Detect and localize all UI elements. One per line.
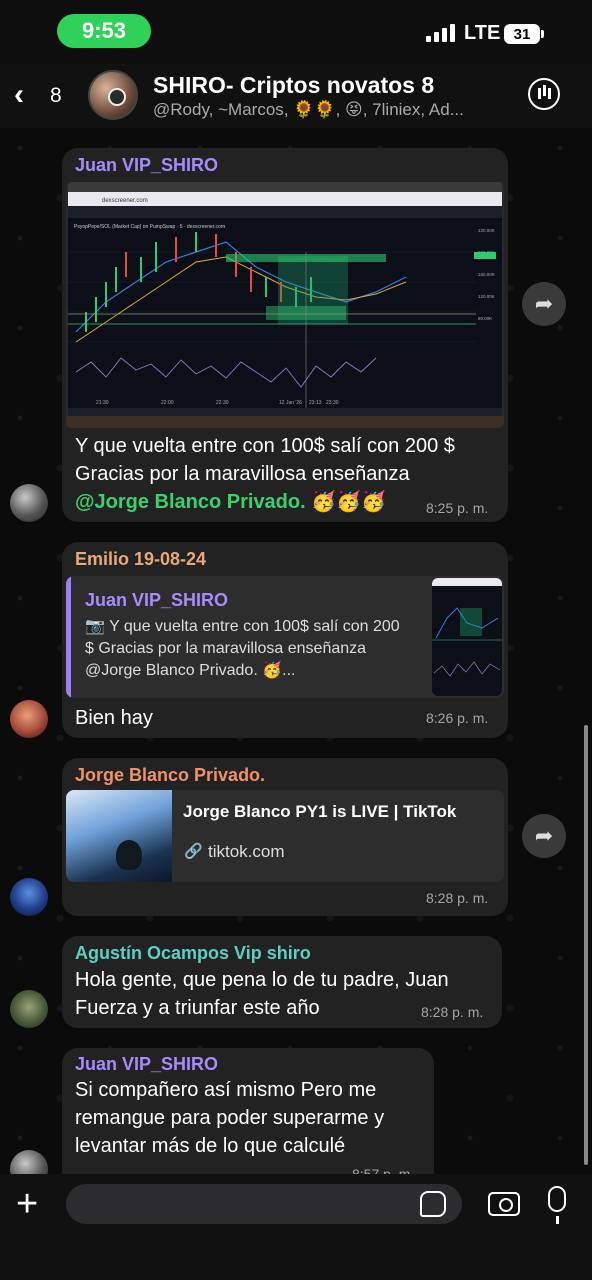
reply-preview[interactable]: Juan VIP_SHIRO 📷 Y que vuelta entre con …	[66, 576, 504, 698]
forward-icon[interactable]: ➦	[522, 282, 566, 326]
message-line: Si compañero así mismo Pero me	[75, 1079, 377, 1101]
message-sender[interactable]: Juan VIP_SHIRO	[75, 155, 218, 176]
chart-time-label: 22:00	[161, 400, 174, 406]
message-line: levantar más de lo que calculé	[75, 1135, 346, 1157]
sticker-icon[interactable]	[420, 1191, 446, 1217]
chart-price-label: 160.00K	[478, 272, 495, 277]
message-time: 8:25 p. m.	[426, 500, 489, 516]
voice-chat-icon[interactable]	[528, 78, 560, 110]
chart-price-label: 80.00K	[478, 316, 492, 321]
avatar[interactable]	[10, 1150, 48, 1174]
message-sender[interactable]: Agustín Ocampos Vip shiro	[75, 943, 311, 964]
chevron-left-icon[interactable]: ‹	[14, 78, 24, 112]
chart-url: dexscreener.com	[102, 198, 148, 204]
reply-accent-bar	[66, 576, 71, 698]
message-list[interactable]: Juan VIP_SHIRO dexscreener.com PsyopPepe…	[0, 128, 592, 1174]
message-line: remangue para poder superarme y	[75, 1107, 385, 1129]
mic-icon[interactable]	[548, 1186, 566, 1224]
message-sender[interactable]: Emilio 19-08-24	[75, 549, 206, 570]
forward-icon[interactable]: ➦	[522, 814, 566, 858]
chat-header: ‹ 8 SHIRO- Criptos novatos 8 @Rody, ~Mar…	[0, 64, 592, 128]
chart-price-label: 220.00K	[478, 228, 495, 233]
plus-icon[interactable]: +	[16, 1185, 38, 1223]
link-title: Jorge Blanco PY1 is LIVE | TikTok	[183, 802, 457, 821]
message-line: Y que vuelta entre con 100$ salí con 200…	[75, 435, 455, 457]
message-line: Hola gente, que pena lo de tu padre, Jua…	[75, 969, 449, 991]
link-preview[interactable]: Jorge Blanco PY1 is LIVE | TikTok 🔗 tikt…	[66, 790, 504, 882]
message-time: 8:28 p. m.	[426, 890, 489, 906]
message-input[interactable]	[66, 1184, 462, 1224]
mention-link[interactable]: @Jorge Blanco Privado.	[75, 491, 306, 513]
message-photo[interactable]: dexscreener.com PsyopPepe/SOL (Market Ca…	[66, 182, 504, 428]
battery-icon: 31	[504, 24, 544, 44]
reply-sender: Juan VIP_SHIRO	[85, 590, 229, 610]
message-line: Gracias por la maravillosa enseñanza	[75, 463, 410, 485]
message-sender[interactable]: Jorge Blanco Privado.	[75, 765, 265, 786]
chart-price-label: 120.00K	[478, 294, 495, 299]
message-sender[interactable]: Juan VIP_SHIRO	[75, 1054, 218, 1075]
link-domain: tiktok.com	[208, 842, 285, 861]
message-bubble[interactable]: Agustín Ocampos Vip shiro Hola gente, qu…	[62, 936, 502, 1028]
chart-time-label: 21:30	[96, 400, 109, 406]
message-emojis: 🥳🥳🥳	[311, 491, 386, 513]
message-bubble[interactable]: Juan VIP_SHIRO dexscreener.com PsyopPepe…	[62, 148, 508, 522]
chart-time-label: 22:30	[216, 400, 229, 406]
camera-icon[interactable]	[488, 1192, 520, 1216]
chart-time-label: 23:13	[309, 400, 322, 406]
group-avatar[interactable]	[88, 70, 138, 120]
avatar[interactable]	[10, 878, 48, 916]
chart-pair-label: PsyopPepe/SOL (Market Cap) on PumpSwap ·…	[74, 224, 225, 230]
reply-text: 📷 Y que vuelta entre con 100$ salí con 2…	[85, 618, 400, 679]
group-members[interactable]: @Rody, ~Marcos, 🌻🌻, 😝, 7liniex, Ad...	[153, 100, 493, 120]
message-time: 8:57 p. m.	[352, 1166, 415, 1174]
link-icon: 🔗	[184, 843, 203, 860]
network-type: LTE	[464, 22, 501, 44]
group-title[interactable]: SHIRO- Criptos novatos 8	[153, 72, 434, 99]
message-text: Bien hay	[75, 707, 153, 729]
avatar[interactable]	[10, 484, 48, 522]
scrollbar[interactable]	[584, 725, 588, 1165]
reply-thumbnail	[432, 578, 502, 696]
signal-icon	[426, 24, 455, 42]
chart-time-label: 12 Jan '26	[279, 400, 302, 406]
message-time: 8:26 p. m.	[426, 710, 489, 726]
message-bubble[interactable]: Jorge Blanco Privado. Jorge Blanco PY1 i…	[62, 758, 508, 916]
avatar[interactable]	[10, 700, 48, 738]
composer-bar: +	[0, 1174, 592, 1280]
message-bubble[interactable]: Emilio 19-08-24 Juan VIP_SHIRO 📷 Y que v…	[62, 542, 508, 738]
avatar[interactable]	[10, 990, 48, 1028]
message-bubble[interactable]: Juan VIP_SHIRO Si compañero así mismo Pe…	[62, 1048, 434, 1174]
status-time: 9:53	[57, 14, 151, 48]
back-unread-count[interactable]: 8	[50, 84, 62, 108]
message-text: Si compañero así mismo Pero me remangue …	[75, 1076, 427, 1160]
message-time: 8:28 p. m.	[421, 1004, 484, 1020]
status-bar: 9:53 LTE 31	[0, 0, 592, 64]
chart-time-label: 23:30	[326, 400, 339, 406]
link-thumbnail	[66, 790, 172, 882]
